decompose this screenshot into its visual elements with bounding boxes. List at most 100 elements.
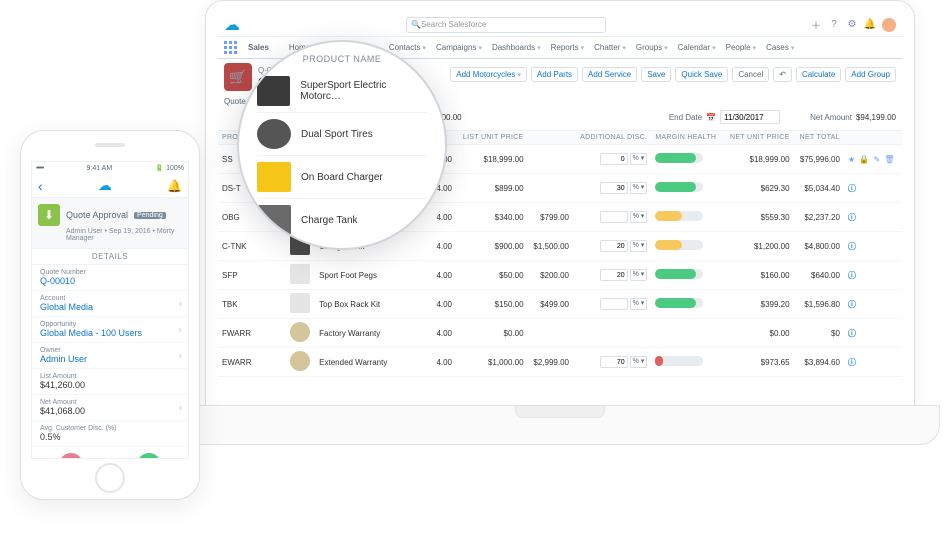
end-date-input[interactable]	[720, 110, 780, 124]
add-group-button[interactable]: Add Group	[845, 67, 896, 82]
row-actions[interactable]: ★ 🔒 ✎ 🗑	[848, 155, 896, 164]
discount-unit[interactable]: % ▾	[630, 240, 648, 252]
product-image	[290, 264, 310, 284]
col-disc: ADDITIONAL DISC.	[573, 131, 651, 145]
home-button[interactable]	[95, 463, 125, 493]
nav-people[interactable]: People ▾	[726, 43, 756, 52]
global-search-input[interactable]: 🔍 Search Salesforce	[406, 17, 606, 33]
info-icon[interactable]: ⓘ	[848, 358, 856, 367]
approval-title: Quote Approval	[66, 210, 128, 220]
nav-chatter[interactable]: Chatter ▾	[594, 43, 626, 52]
col-actions	[844, 131, 902, 145]
detail-row: Quote NumberQ-00010	[32, 265, 188, 291]
detail-row[interactable]: AccountGlobal Media›	[32, 291, 188, 317]
save-button[interactable]: Save	[641, 67, 671, 82]
add-parts-button[interactable]: Add Parts	[531, 67, 578, 82]
product-image	[290, 351, 310, 371]
info-icon[interactable]: ⓘ	[848, 329, 856, 338]
cell-code: TBK	[218, 290, 286, 319]
reject-button[interactable]: ✕	[59, 453, 83, 459]
back-icon[interactable]: ‹	[38, 178, 43, 194]
detail-row[interactable]: OpportunityGlobal Media - 100 Users›	[32, 317, 188, 343]
discount-input[interactable]	[600, 298, 628, 310]
cell-list2	[528, 319, 573, 348]
cell-net: $18,999.00	[723, 145, 793, 174]
chevron-down-icon: ▾	[791, 44, 795, 52]
net-amount-label: Net Amount	[810, 113, 852, 122]
cell-qty: 4.00	[431, 203, 456, 232]
discount-unit[interactable]: % ▾	[630, 211, 648, 223]
app-launcher-icon[interactable]	[224, 41, 238, 55]
add-icon[interactable]: ＋	[810, 19, 822, 31]
cell-total: $75,996.00	[794, 145, 844, 174]
nav-dashboards[interactable]: Dashboards ▾	[492, 43, 541, 52]
nav-groups[interactable]: Groups ▾	[636, 43, 668, 52]
phone-frame: 9:41 AM 🔋 100% ‹ ☁ 🔔 ⬇ Quote Approval Pe…	[20, 130, 200, 500]
discount-unit[interactable]: % ▾	[630, 298, 648, 310]
undo-button[interactable]: ↶	[773, 67, 792, 82]
cell-list2: $2,999.00	[528, 348, 573, 377]
info-icon[interactable]: ⓘ	[848, 271, 856, 280]
notification-icon[interactable]: 🔔	[864, 19, 876, 31]
info-icon[interactable]: ⓘ	[848, 213, 856, 222]
cell-qty: 4.00	[431, 232, 456, 261]
chevron-down-icon: ▾	[664, 44, 668, 52]
approve-button[interactable]: ✓	[137, 453, 161, 459]
discount-unit[interactable]: % ▾	[630, 182, 648, 194]
product-name: Charge Tank	[301, 215, 358, 226]
magnifier-row: Dual Sport Tires	[257, 113, 427, 156]
cell-net: $1,200.00	[723, 232, 793, 261]
nav-calendar[interactable]: Calendar ▾	[678, 43, 716, 52]
info-icon[interactable]: ⓘ	[848, 184, 856, 193]
col-list2	[528, 131, 573, 145]
discount-input[interactable]	[600, 356, 628, 368]
help-icon[interactable]: ?	[828, 19, 840, 31]
nav-contacts[interactable]: Contacts ▾	[389, 43, 426, 52]
add-service-button[interactable]: Add Service	[582, 67, 637, 82]
laptop-keyboard	[180, 405, 940, 445]
avatar[interactable]	[882, 18, 896, 32]
quote-icon: 🛒	[224, 63, 252, 91]
detail-row[interactable]: Net Amount$41,068.00›	[32, 395, 188, 421]
cell-name: Sport Foot Pegs	[315, 261, 431, 290]
col-health: MARGIN HEALTH	[651, 131, 723, 145]
chevron-right-icon: ›	[179, 324, 182, 335]
cancel-button[interactable]: Cancel	[732, 67, 769, 82]
cell-total: $4,800.00	[794, 232, 844, 261]
chevron-down-icon: ▾	[537, 44, 541, 52]
add-motorcycles-button[interactable]: Add Motorcycles▾	[450, 67, 527, 82]
discount-input[interactable]	[600, 182, 628, 194]
discount-unit[interactable]: % ▾	[630, 153, 648, 165]
detail-value: Admin User	[40, 354, 180, 364]
discount-unit[interactable]: % ▾	[630, 269, 648, 281]
notification-icon[interactable]: 🔔	[167, 179, 182, 193]
margin-health-bar	[655, 269, 703, 279]
approve-bar: ✕Reject ✓Approve	[32, 447, 188, 459]
nav-cases[interactable]: Cases ▾	[766, 43, 794, 52]
nav-campaigns[interactable]: Campaigns ▾	[436, 43, 482, 52]
cell-list2: $200.00	[528, 261, 573, 290]
detail-value: $41,260.00	[40, 380, 180, 390]
cell-list: $340.00	[456, 203, 528, 232]
quick-save-button[interactable]: Quick Save	[675, 67, 728, 82]
chevron-down-icon: ▾	[622, 44, 626, 52]
global-header: ☁ 🔍 Search Salesforce ＋ ? ⚙ 🔔	[218, 13, 902, 37]
info-icon[interactable]: ⓘ	[848, 300, 856, 309]
download-icon: ⬇	[38, 204, 60, 226]
cell-total: $3,894.60	[794, 348, 844, 377]
discount-input[interactable]	[600, 153, 628, 165]
discount-unit[interactable]: % ▾	[630, 356, 648, 368]
discount-input[interactable]	[600, 211, 628, 223]
gear-icon[interactable]: ⚙	[846, 19, 858, 31]
salesforce-logo-icon: ☁	[224, 15, 240, 35]
search-placeholder: Search Salesforce	[421, 20, 486, 29]
detail-value: Global Media	[40, 302, 180, 312]
info-icon[interactable]: ⓘ	[848, 242, 856, 251]
calculate-button[interactable]: Calculate	[796, 67, 841, 82]
nav-reports[interactable]: Reports ▾	[551, 43, 585, 52]
discount-input[interactable]	[600, 240, 628, 252]
margin-health-bar	[655, 153, 703, 163]
discount-input[interactable]	[600, 269, 628, 281]
detail-row[interactable]: OwnerAdmin User›	[32, 343, 188, 369]
cell-list2: $799.00	[528, 203, 573, 232]
